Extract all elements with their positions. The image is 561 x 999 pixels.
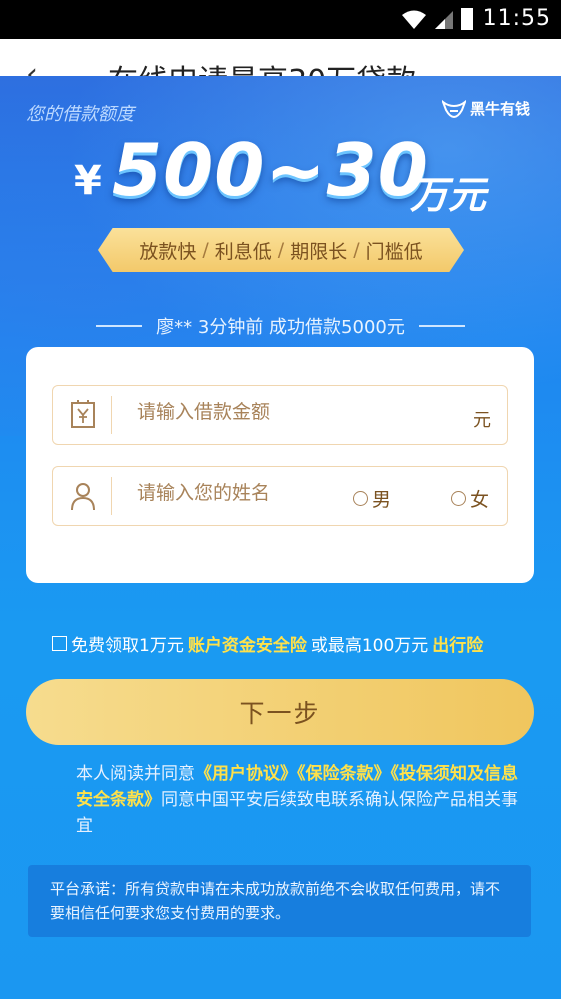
platform-promise: 平台承诺：所有贷款申请在未成功放款前绝不会收取任何费用，请不要相信任何要求您支付… [28,865,531,937]
agreement-text: 本人阅读并同意《用户协议》《保险条款》《投保须知及信息安全条款》同意中国平安后续… [76,761,520,839]
gender-option-male[interactable]: 男 [353,485,391,512]
receipt-yen-icon [71,400,95,428]
features-ribbon: 放款快 / 利息低 / 期限长 / 门槛低 [98,228,464,272]
gender-label: 女 [470,489,490,511]
field-divider [111,396,112,434]
insurance-highlight-travel: 出行险 [432,636,484,656]
feature-separator: / [277,239,285,261]
radio-icon[interactable] [451,491,466,506]
brand-name: 黑牛有钱 [470,100,531,118]
loan-amount-range: ¥ 500~30 万元 [74,128,494,217]
feature-item: 门槛低 [365,240,423,263]
user-icon [71,483,95,511]
insurance-checkbox[interactable] [52,636,67,651]
gender-option-female[interactable]: 女 [451,485,489,512]
application-form-card: 请输入借款金额 元 请输入您的姓名 男 女 [26,347,534,583]
status-icons [401,8,473,30]
field-divider [111,477,112,515]
recent-loan-notice: 廖** 3分钟前 成功借款5000元 [0,313,561,339]
feature-separator: / [202,239,209,261]
radio-icon[interactable] [353,491,368,506]
currency-symbol: ¥ [74,158,102,204]
user-agreement-link[interactable]: 《用户协议》 [195,764,297,784]
back-button[interactable]: ‹ [26,57,38,76]
feature-item: 利息低 [214,240,272,263]
gender-label: 男 [372,489,392,511]
insurance-middle: 或最高100万元 [310,636,429,656]
feature-separator: / [353,239,360,261]
divider-line [96,325,143,327]
app-bar: ‹ 在线申请最高30万贷款 [0,39,561,76]
notice-text: 廖** 3分钟前 成功借款5000元 [156,317,405,338]
status-bar: 11:55 [0,0,561,39]
next-step-button[interactable]: 下一步 [26,679,534,745]
name-input-placeholder[interactable]: 请输入您的姓名 [137,478,270,505]
bull-logo-icon [442,99,466,118]
feature-item: 期限长 [290,240,348,263]
name-field[interactable]: 请输入您的姓名 男 女 [52,466,508,526]
amount-range-number: 500~30 [112,128,429,212]
status-time: 11:55 [482,6,551,31]
insurance-terms-link[interactable]: 《保险条款》 [297,764,391,784]
amount-field[interactable]: 请输入借款金额 元 [52,385,508,445]
insurance-opt-in[interactable]: 免费领取1万元 账户资金安全险 或最高100万元 出行险 [52,631,483,656]
feature-item: 放款快 [139,240,197,263]
signal-icon [435,11,453,29]
battery-icon [461,8,473,30]
amount-unit: 万元 [410,173,487,217]
amount-unit-suffix: 元 [473,410,491,431]
brand-logo: 黑牛有钱 [442,98,530,119]
insurance-prefix: 免费领取1万元 [71,636,184,656]
divider-line [418,325,465,327]
quota-label: 您的借款额度 [26,104,134,125]
page-title: 在线申请最高30万贷款 [108,56,416,76]
agreement-part1: 本人阅读并同意 [76,764,195,784]
wifi-icon [402,10,426,29]
insurance-highlight-account: 账户资金安全险 [187,636,307,656]
amount-input-placeholder[interactable]: 请输入借款金额 [137,397,270,424]
